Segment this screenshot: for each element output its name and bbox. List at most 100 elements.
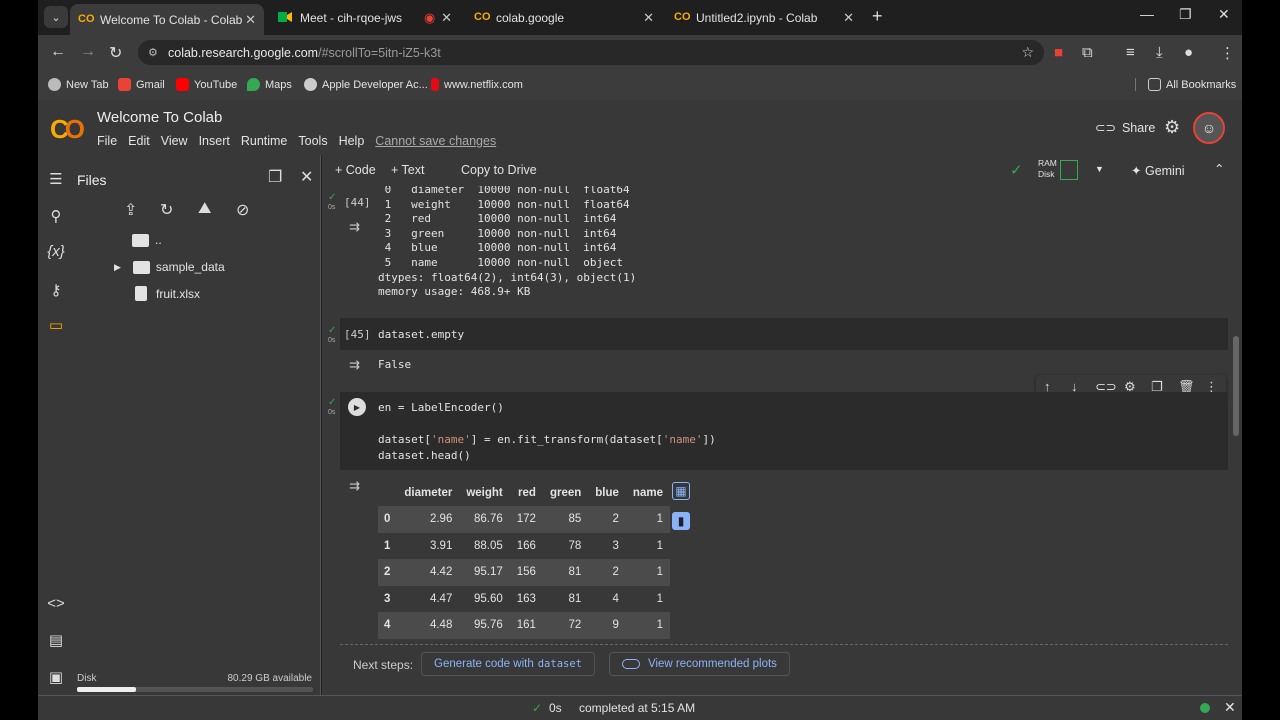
tab-welcome-to-colab[interactable]: CO Welcome To Colab - Colab ✕ [70,4,264,35]
menu-view[interactable]: View [161,134,188,148]
bookmark-star-icon[interactable]: ☆ [1021,44,1034,61]
gemini-label: Gemini [1144,164,1185,178]
notebook-title[interactable]: Welcome To Colab [97,109,222,126]
settings-gear-icon[interactable]: ⚙ [1164,117,1180,138]
chevron-up-icon[interactable]: ⌃ [1214,161,1224,176]
add-text-button[interactable]: + Text [391,163,424,177]
output-toggle-icon[interactable]: ⇉ [349,478,360,494]
column-header: green [549,487,582,499]
upload-file-icon[interactable]: ⇪ [124,200,137,220]
chevron-right-icon[interactable]: ▶ [114,262,121,273]
copy-to-drive-button[interactable]: Copy to Drive [461,163,537,177]
close-status-icon[interactable]: ✕ [1224,699,1236,716]
table-cell: 9 [588,612,626,639]
close-panel-icon[interactable]: ✕ [300,167,313,187]
generate-code-button[interactable]: Generate code with dataset [421,652,595,676]
resources-indicator[interactable]: RAM Disk [1038,158,1057,180]
search-icon[interactable]: ⚲ [46,207,66,225]
back-icon[interactable]: ← [50,43,66,61]
variables-icon[interactable]: {x} [46,243,66,260]
table-cell: 2 [588,506,626,533]
all-bookmarks[interactable]: All Bookmarks [1135,78,1236,91]
output-toggle-icon[interactable]: ⇉ [349,219,360,235]
secrets-key-icon[interactable]: ⚷ [46,281,66,299]
bookmark-new-tab[interactable]: New Tab [48,78,109,91]
colab-favicon: CO [474,11,491,23]
tab-untitled2[interactable]: CO Untitled2.ipynb - Colab ✕ [666,4,862,32]
command-palette-icon[interactable]: ▤ [46,631,66,649]
interactive-table-icon[interactable]: ▦ [672,482,690,500]
download-icon[interactable]: ⤓ [1156,44,1163,61]
menu-edit[interactable]: Edit [128,134,150,148]
ram-label: RAM [1038,158,1057,168]
add-code-button[interactable]: + Code [335,163,376,177]
open-in-tab-icon[interactable]: ❐ [268,167,282,187]
profile-icon[interactable]: ● [1184,44,1193,61]
menu-runtime[interactable]: Runtime [241,134,288,148]
column-header: red [518,487,536,499]
bookmark-apple-developer[interactable]: Apple Developer Ac... [304,78,428,91]
restore-icon[interactable]: ❐ [1179,6,1192,23]
close-icon[interactable]: ✕ [245,12,256,28]
bookmark-youtube[interactable]: YouTube [176,78,237,91]
chevron-down-icon[interactable]: ▼ [1095,164,1104,174]
menu-file[interactable]: File [97,134,117,148]
notebook-scrollbar[interactable] [1233,336,1239,436]
new-tab-icon[interactable]: + [872,6,883,27]
mount-drive-icon[interactable]: ⛰ [198,200,211,218]
refresh-icon[interactable]: ↻ [160,200,173,220]
code-line-1[interactable]: en = LabelEncoder() [378,401,504,414]
menu-tools[interactable]: Tools [298,134,327,148]
code-line-2[interactable]: dataset['name'] = en.fit_transform(datas… [378,433,716,446]
suggest-charts-icon[interactable]: ▮ [672,512,690,530]
tab-strip: ⌄ CO Welcome To Colab - Colab ✕ Meet - c… [38,0,1242,35]
cell-success-check-icon: ✓ [328,325,337,336]
site-info-icon[interactable]: ⚙ [148,46,158,59]
bookmark-maps[interactable]: Maps [247,78,292,91]
close-icon[interactable]: ✕ [643,10,654,26]
record-extension-icon[interactable]: ■ [1054,44,1063,61]
extensions-icon[interactable]: ⧉ [1082,44,1093,61]
share-button[interactable]: ⊂⊃ Share [1095,120,1155,135]
forward-icon[interactable]: → [80,43,96,61]
cell-code[interactable]: dataset.empty [378,328,464,341]
table-cell: 95.17 [459,559,510,586]
tab-colab-google[interactable]: CO colab.google ✕ [466,4,662,32]
output-toggle-icon[interactable]: ⇉ [349,357,360,373]
cannot-save-link[interactable]: Cannot save changes [375,134,496,148]
table-of-contents-icon[interactable]: ☰ [46,170,66,188]
exec-time: 0s [328,409,336,416]
media-icon[interactable]: ≡ [1126,44,1135,61]
address-bar[interactable]: ⚙ colab.research.google.com/#scrollTo=5i… [138,40,1044,65]
bookmark-gmail[interactable]: Gmail [118,78,165,91]
code-line-3[interactable]: dataset.head() [378,449,471,462]
colab-logo[interactable]: CO [50,114,85,145]
tree-item-parent[interactable]: .. [132,233,162,247]
window-close-icon[interactable]: ✕ [1218,6,1230,23]
run-cell-button[interactable]: ▶ [348,398,366,416]
bookmark-netflix[interactable]: www.netflix.com [431,78,523,91]
close-icon[interactable]: ✕ [843,10,854,26]
meet-favicon [278,11,294,25]
view-recommended-plots-button[interactable]: View recommended plots [609,652,790,676]
files-folder-icon[interactable]: ▭ [46,316,66,334]
cell-success-check-icon: ✓ [328,192,337,203]
menu-insert[interactable]: Insert [199,134,230,148]
tree-item-fruit-xlsx[interactable]: fruit.xlsx [135,286,200,301]
tab-search-button[interactable]: ⌄ [44,6,68,28]
tab-recording[interactable]: ◉ [418,4,458,32]
code-snippets-icon[interactable]: <> [46,595,66,612]
terminal-icon[interactable]: ▣ [46,668,66,686]
avatar[interactable]: ☺ [1193,112,1225,144]
reload-icon[interactable]: ↻ [109,43,122,63]
table-cell: 78 [568,539,582,552]
gemini-button[interactable]: ✦ Gemini [1131,163,1185,178]
folder-icon [1148,78,1161,91]
tree-item-sample-data[interactable]: ▶ sample_data [114,260,225,274]
hide-files-icon[interactable]: ⊘ [236,200,249,220]
code-cell-45[interactable] [340,318,1228,350]
menu-help[interactable]: Help [339,134,365,148]
minimize-icon[interactable]: — [1140,6,1154,22]
browser-menu-icon[interactable]: ⋮ [1220,44,1235,62]
table-row: 1 3.91 88.05 166 78 3 1 [378,533,670,560]
